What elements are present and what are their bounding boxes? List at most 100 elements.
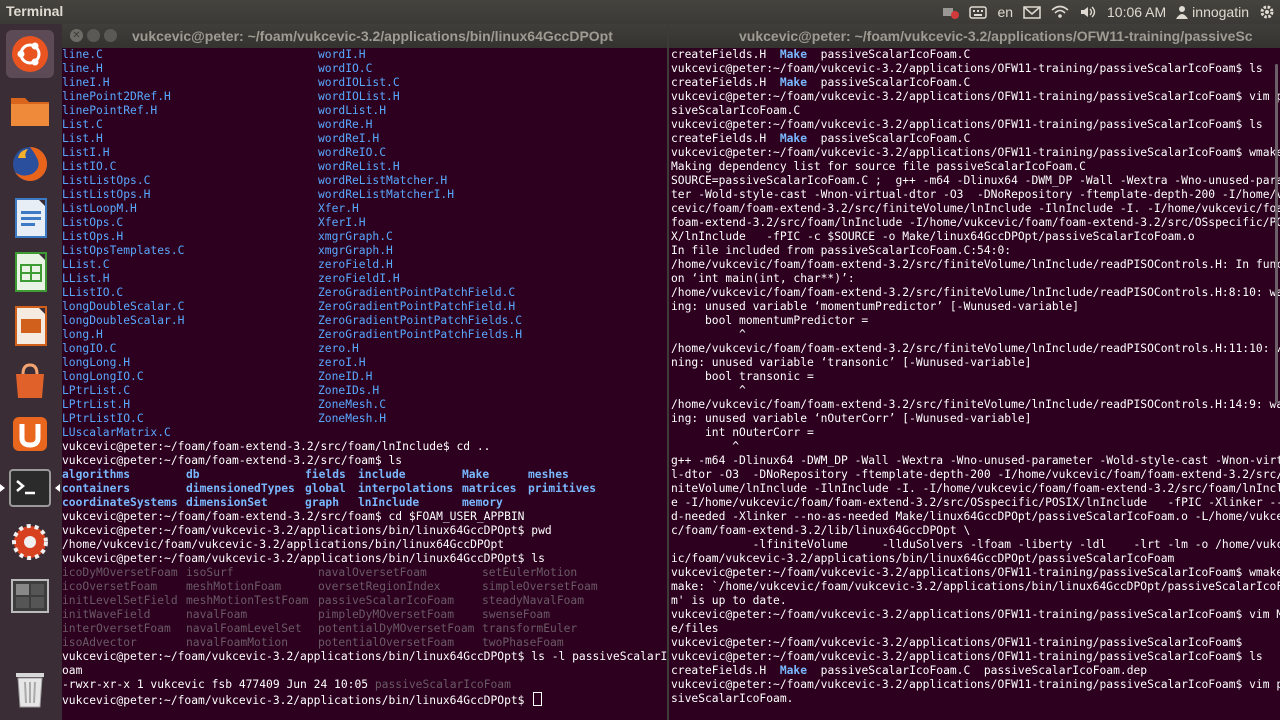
impress-button[interactable] xyxy=(6,302,54,350)
terminal-line: initLevelSetField meshMotionTestFoam passi… xyxy=(62,594,667,608)
directory-entry: coordinateSystems xyxy=(62,496,178,509)
window-titlebar[interactable]: vukcevic@peter: ~/foam/vukcevic-3.2/appl… xyxy=(669,24,1280,48)
terminal-text: SOURCE=passiveScalarIcoFoam.C ; g++ -m64… xyxy=(671,174,1280,187)
executable-entry: initLevelSetField xyxy=(62,594,178,607)
volume-icon[interactable] xyxy=(1074,0,1102,24)
file-entry: longLong.H xyxy=(62,356,131,369)
terminal-text: vukcevic@peter:~/foam/vukcevic-3.2/appli… xyxy=(671,678,1280,691)
file-entry: ZeroGradientPointPatchFields.C xyxy=(318,314,523,327)
terminal-line: LUscalarMatrix.C xyxy=(62,426,667,440)
terminal-text: foam-extend-3.2/src/foam/lnInclude -I/ho… xyxy=(671,216,1280,229)
executable-entry: simpleOversetFoam xyxy=(482,580,598,593)
writer-button[interactable] xyxy=(6,194,54,242)
minimize-button[interactable] xyxy=(87,29,100,42)
firefox-button[interactable] xyxy=(6,140,54,188)
network-icon[interactable] xyxy=(1046,0,1074,24)
terminal-text: m' is up to date. xyxy=(671,594,787,607)
terminal-text: d-needed -Xlinker --no-as-needed Make/li… xyxy=(671,510,1280,523)
file-entry: wordI.H xyxy=(318,48,366,61)
terminal-line: createFields.H Make passiveScalarIcoFoam… xyxy=(671,48,1280,62)
file-entry: wordReListMatcherI.H xyxy=(318,188,455,201)
executable-entry: potentialDyMOversetFoam xyxy=(318,622,475,635)
terminal-text: vukcevic@peter:~/foam/vukcevic-3.2/appli… xyxy=(62,552,545,565)
trash-button[interactable] xyxy=(6,664,54,712)
terminal-output[interactable]: createFields.H Make passiveScalarIcoFoam… xyxy=(671,48,1280,720)
terminal-text: siveScalarIcoFoam.C xyxy=(671,104,801,117)
software-center-button[interactable] xyxy=(6,356,54,404)
terminal-window-right[interactable]: vukcevic@peter: ~/foam/vukcevic-3.2/appl… xyxy=(669,24,1280,720)
terminal-button[interactable] xyxy=(0,464,60,512)
terminal-text: vukcevic@peter:~/foam/vukcevic-3.2/appli… xyxy=(671,62,1263,75)
terminal-text: createFields.H xyxy=(671,132,780,145)
executable-entry: pimpleDyMOversetFoam xyxy=(318,608,455,621)
workspace-switcher-button[interactable] xyxy=(6,572,54,620)
terminal-line: m' is up to date. xyxy=(671,594,1280,608)
terminal-line: ListIO.C wordReList.H xyxy=(62,160,667,174)
terminal-line: vukcevic@peter:~/foam/vukcevic-3.2/appli… xyxy=(62,524,667,538)
terminal-text: cevic/foam/foam-extend-3.2/src/finiteVol… xyxy=(671,202,1280,215)
file-entry: wordReIO.C xyxy=(318,146,387,159)
system-settings-button[interactable] xyxy=(6,518,54,566)
executable-entry: interOversetFoam xyxy=(62,622,171,635)
executable-entry: navalFoamMotion xyxy=(186,636,289,649)
keyboard-icon[interactable] xyxy=(964,0,992,24)
terminal-text: passiveScalarIcoFoam.C xyxy=(807,48,971,61)
file-entry: long.H xyxy=(62,328,103,341)
executable-entry: potentialOversetFoam xyxy=(318,636,455,649)
user-menu[interactable]: innogatin xyxy=(1171,0,1254,24)
close-button[interactable]: ✕ xyxy=(70,29,83,42)
file-entry: ListLoopM.H xyxy=(62,202,137,215)
terminal-text: X/lnInclude -fPIC -c $SOURCE -o Make/lin… xyxy=(671,230,1195,243)
terminal-line: ListOps.H xmgrGraph.C xyxy=(62,230,667,244)
terminal-text: /home/vukcevic/foam/foam-extend-3.2/src/… xyxy=(671,286,1280,299)
terminal-line: int nOuterCorr = xyxy=(671,426,1280,440)
scrollbar[interactable] xyxy=(1275,64,1278,404)
file-entry: LList.H xyxy=(62,272,110,285)
maximize-button[interactable] xyxy=(104,29,117,42)
window-titlebar[interactable]: ✕ vukcevic@peter: ~/foam/vukcevic-3.2/ap… xyxy=(62,24,667,48)
files-button[interactable] xyxy=(6,86,54,134)
terminal-text: e/files xyxy=(671,622,719,635)
file-entry: wordIO.C xyxy=(318,62,373,75)
terminal-text: make: `/home/vukcevic/foam/vukcevic-3.2/… xyxy=(671,580,1280,593)
ubuntu-one-button[interactable] xyxy=(6,410,54,458)
terminal-line: vukcevic@peter:~/foam/foam-extend-3.2/sr… xyxy=(62,510,667,524)
file-entry: zero.H xyxy=(318,342,359,355)
file-entry: line.C xyxy=(62,48,103,61)
file-entry: LListIO.C xyxy=(62,286,124,299)
file-entry: ZoneMesh.H xyxy=(318,412,387,425)
file-entry: ListListOps.H xyxy=(62,188,151,201)
record-icon[interactable] xyxy=(936,0,964,24)
file-entry: linePoint2DRef.H xyxy=(62,90,171,103)
terminal-line: foam-extend-3.2/src/foam/lnInclude -I/ho… xyxy=(671,216,1280,230)
ubuntu-dash-button[interactable] xyxy=(6,30,54,78)
mail-icon[interactable] xyxy=(1018,0,1046,24)
terminal-line: l-dtor -O3 -DNoRepository -ftemplate-dep… xyxy=(671,468,1280,482)
terminal-window-left[interactable]: ✕ vukcevic@peter: ~/foam/vukcevic-3.2/ap… xyxy=(62,24,667,720)
terminal-line: LList.H zeroFieldI.H xyxy=(62,272,667,286)
terminal-line: ic/foam/vukcevic-3.2/applications/bin/li… xyxy=(671,552,1280,566)
workspaces-icon xyxy=(11,579,49,613)
terminal-line: vukcevic@peter:~/foam/vukcevic-3.2/appli… xyxy=(671,146,1280,160)
executable-entry: twoPhaseFoam xyxy=(482,636,564,649)
clock[interactable]: 10:06 AM xyxy=(1102,0,1171,24)
terminal-line: SOURCE=passiveScalarIcoFoam.C ; g++ -m64… xyxy=(671,174,1280,188)
terminal-output[interactable]: line.C wordI.H line.H wordIO.C lineI.H wordIO… xyxy=(62,48,667,720)
terminal-text: vukcevic@peter:~/foam/vukcevic-3.2/appli… xyxy=(62,524,552,537)
file-entry: ListIO.C xyxy=(62,160,117,173)
executable-entry: meshMotionFoam xyxy=(186,580,282,593)
calc-button[interactable] xyxy=(6,248,54,296)
gear-icon[interactable] xyxy=(1254,0,1280,24)
keyboard-layout-indicator[interactable]: en xyxy=(992,0,1018,24)
file-entry: ListOps.C xyxy=(62,216,124,229)
file-entry: xmgrGraph.H xyxy=(318,244,393,257)
terminal-text: In file included from passiveScalarIcoFo… xyxy=(671,244,1012,257)
terminal-line: oam xyxy=(62,664,667,678)
directory-entry: dimensionedTypes xyxy=(186,482,295,495)
directory-entry: graph xyxy=(305,496,340,509)
terminal-text: /home/vukcevic/foam/foam-extend-3.2/src/… xyxy=(671,398,1280,411)
file-entry: longIO.C xyxy=(62,342,117,355)
terminal-text: /home/vukcevic/foam/vukcevic-3.2/applica… xyxy=(62,538,505,551)
terminal-line: LPtrList.H ZoneMesh.C xyxy=(62,398,667,412)
file-entry: line.H xyxy=(62,62,103,75)
